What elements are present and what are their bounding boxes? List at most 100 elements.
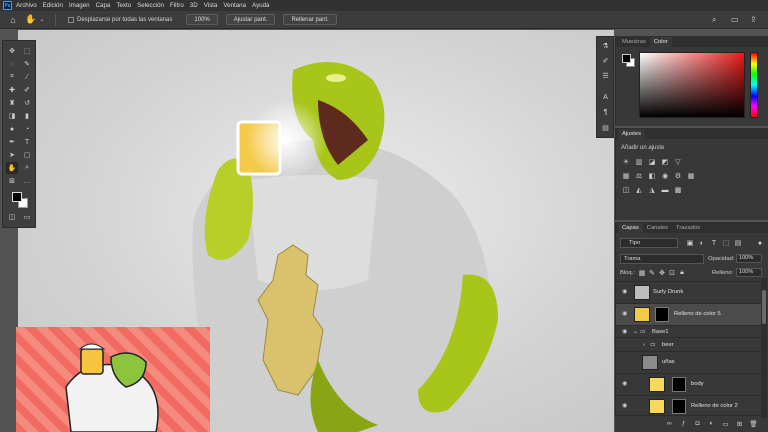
eye-icon[interactable]: ◉ xyxy=(622,402,630,410)
tab-channels[interactable]: Canales xyxy=(643,223,672,233)
layer-row[interactable]: ◉ Relleno de color 2 xyxy=(616,395,762,417)
menu-ayuda[interactable]: Ayuda xyxy=(252,2,269,9)
color-spectrum-field[interactable] xyxy=(639,52,745,118)
tab-color[interactable]: Color xyxy=(649,37,672,47)
character-panel-icon[interactable]: A xyxy=(600,92,611,103)
layers-scroll-thumb[interactable] xyxy=(762,290,766,324)
type-tool-icon[interactable]: T xyxy=(21,136,33,148)
eye-icon[interactable]: ◉ xyxy=(622,310,630,318)
paragraph-panel-icon[interactable]: ¶ xyxy=(600,107,611,118)
hand-tool-active-icon[interactable]: ✋ xyxy=(6,162,18,174)
link-layers-icon[interactable]: ∞ xyxy=(665,419,674,428)
invert-icon[interactable]: ◫ xyxy=(622,186,630,194)
more-tools-icon[interactable]: … xyxy=(21,175,33,187)
eye-icon[interactable]: ◉ xyxy=(622,288,630,296)
menu-imagen[interactable]: Imagen xyxy=(69,2,90,9)
menu-ventana[interactable]: Ventana xyxy=(223,2,246,9)
blend-mode-select[interactable]: Trama xyxy=(620,254,704,264)
home-icon[interactable]: ⌂ xyxy=(8,15,18,25)
photo-filter-icon[interactable]: ◉ xyxy=(661,172,669,180)
exposure-icon[interactable]: ◩ xyxy=(661,158,669,166)
new-group-icon[interactable]: ▭ xyxy=(721,419,730,428)
screen-mode-icon[interactable]: ▭ xyxy=(21,211,33,223)
layer-style-icon[interactable]: ƒ xyxy=(679,419,688,428)
foreground-color-swatch[interactable] xyxy=(12,192,22,202)
selective-color-icon[interactable]: ▩ xyxy=(674,186,682,194)
marquee-tool-icon[interactable]: ⬚ xyxy=(21,45,33,57)
chevron-right-icon[interactable]: › xyxy=(643,342,645,348)
tab-layers[interactable]: Capas xyxy=(618,223,643,233)
path-select-icon[interactable]: ➤ xyxy=(6,149,18,161)
crop-tool-icon[interactable]: ⌗ xyxy=(6,71,18,83)
filter-shape-icon[interactable]: ⬚ xyxy=(722,239,730,247)
filter-toggle-icon[interactable]: ● xyxy=(756,239,764,247)
fill-screen-button[interactable]: Rellenar pant. xyxy=(283,14,337,25)
history-panel-icon[interactable]: ⚗ xyxy=(600,40,611,51)
properties-icon[interactable]: ☰ xyxy=(600,70,611,81)
tab-adjustments[interactable]: Ajustes xyxy=(618,129,646,139)
group-row[interactable]: ◉ ⌄ ▭ Base1 xyxy=(616,325,762,337)
filter-adjustment-icon[interactable]: ◐ xyxy=(698,239,706,247)
move-tool-icon[interactable]: ✥ xyxy=(6,45,18,57)
brush-tool-icon[interactable]: ✐ xyxy=(21,84,33,96)
menu-vista[interactable]: Vista xyxy=(204,2,218,9)
quick-mask-icon[interactable]: ◫ xyxy=(6,211,18,223)
menu-edicion[interactable]: Edición xyxy=(43,2,63,9)
foreground-color-chip[interactable] xyxy=(622,54,631,63)
scroll-all-windows-checkbox[interactable] xyxy=(68,16,74,23)
eye-icon[interactable]: ◉ xyxy=(622,380,630,388)
zoom-tool-icon[interactable]: ⌕ xyxy=(21,162,33,174)
lock-artboard-icon[interactable]: ⊡ xyxy=(668,269,676,277)
color-balance-icon[interactable]: ⚖ xyxy=(635,172,643,180)
hand-tool-icon[interactable]: ✋ xyxy=(25,14,36,25)
workspace-icon[interactable]: ▭ xyxy=(731,15,739,24)
libraries-icon[interactable]: ▤ xyxy=(600,122,611,133)
add-mask-icon[interactable]: ◘ xyxy=(693,419,702,428)
frame-tool-icon[interactable]: ⊠ xyxy=(6,175,18,187)
photoshop-logo[interactable]: Ps xyxy=(3,1,12,10)
lock-position-icon[interactable]: ✥ xyxy=(658,269,666,277)
healing-brush-icon[interactable]: ✚ xyxy=(6,84,18,96)
tab-swatches[interactable]: Muestras xyxy=(618,37,650,47)
group-row[interactable]: › ▭ beer xyxy=(616,337,762,351)
filter-type-icon[interactable]: T xyxy=(710,239,718,247)
new-layer-icon[interactable]: ⊞ xyxy=(735,419,744,428)
eye-icon[interactable]: ◉ xyxy=(622,328,630,336)
levels-icon[interactable]: ▥ xyxy=(635,158,643,166)
stamp-tool-icon[interactable]: ♜ xyxy=(6,97,18,109)
posterize-icon[interactable]: ◭ xyxy=(635,186,643,194)
blur-tool-icon[interactable]: ● xyxy=(6,123,18,135)
shape-tool-icon[interactable]: ▢ xyxy=(21,149,33,161)
tab-paths[interactable]: Trazados xyxy=(672,223,704,233)
brightness-icon[interactable]: ☀ xyxy=(622,158,630,166)
menu-filtro[interactable]: Filtro xyxy=(170,2,184,9)
new-adjustment-icon[interactable]: ◐ xyxy=(707,419,716,428)
lock-pixels-icon[interactable]: ✎ xyxy=(648,269,656,277)
delete-layer-icon[interactable]: 🗑︎ xyxy=(749,419,758,428)
vibrance-icon[interactable]: ▽ xyxy=(674,158,682,166)
eraser-tool-icon[interactable]: ◨ xyxy=(6,110,18,122)
lock-all-icon[interactable]: 🔒︎ xyxy=(678,269,686,277)
eyedropper-icon[interactable]: ⁄ xyxy=(21,71,33,83)
opacity-input[interactable]: 100% xyxy=(736,254,762,263)
menu-3d[interactable]: 3D xyxy=(190,2,198,9)
history-brush-icon[interactable]: ↺ xyxy=(21,97,33,109)
gradient-map-icon[interactable]: ▬ xyxy=(661,186,669,194)
search-icon[interactable]: ⌕ xyxy=(712,15,716,25)
dodge-tool-icon[interactable]: ◔ xyxy=(21,123,33,135)
fill-input[interactable]: 100% xyxy=(736,268,762,277)
fit-screen-button[interactable]: Ajustar pant. xyxy=(225,14,276,25)
gradient-tool-icon[interactable]: ▮ xyxy=(21,110,33,122)
black-white-icon[interactable]: ◧ xyxy=(648,172,656,180)
zoom-value-button[interactable]: 100% xyxy=(186,14,218,25)
pen-tool-icon[interactable]: ✒ xyxy=(6,136,18,148)
lasso-tool-icon[interactable]: ◌ xyxy=(6,58,18,70)
hue-slider[interactable] xyxy=(750,52,758,118)
filter-pixel-icon[interactable]: ▣ xyxy=(686,239,694,247)
menu-texto[interactable]: Texto xyxy=(116,2,131,9)
hue-saturation-icon[interactable]: ▦ xyxy=(622,172,630,180)
layer-row-selected[interactable]: ◉ Relleno de color 5 xyxy=(616,303,762,325)
layer-row[interactable]: ◉ body xyxy=(616,373,762,395)
filter-smart-object-icon[interactable]: ▤ xyxy=(734,239,742,247)
channel-mixer-icon[interactable]: ⚙ xyxy=(674,172,682,180)
